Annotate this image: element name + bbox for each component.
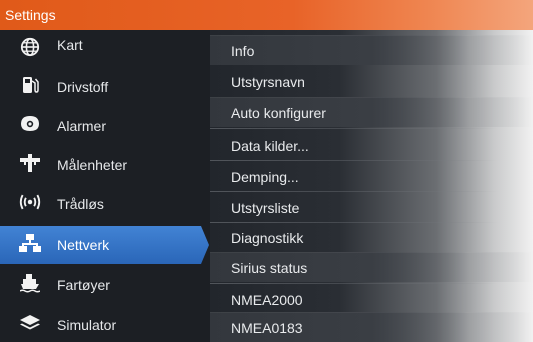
list-item-label: NMEA2000 [231,292,303,308]
sidebar-item-label: Alarmer [57,118,107,134]
list-item-diagnostikk[interactable]: Diagnostikk [210,222,533,252]
list-item-label: Demping... [231,169,299,185]
list-item-label: Info [231,43,255,59]
list-item-auto-konfigurer[interactable]: Auto konfigurer [210,97,533,127]
sidebar-item-alarmer[interactable]: Alarmer [0,107,200,145]
sidebar-item-fartoyer[interactable]: Fartøyer [0,266,200,304]
list-item-data-kilder[interactable]: Data kilder... [210,130,533,160]
layers-icon [18,312,42,334]
sidebar-item-label: Nettverk [57,237,110,253]
list-item-sirius-status[interactable]: Sirius status [210,252,533,282]
list-item-label: NMEA0183 [231,320,303,336]
list-item-label: Diagnostikk [231,230,304,246]
globe-icon [18,36,42,58]
window-title: Settings [5,7,56,23]
list-item-label: Data kilder... [231,138,309,154]
sidebar-item-tradlos[interactable]: Trådløs [0,185,200,223]
measurement-units-icon [18,152,42,174]
list-item-utstyrsnavn[interactable]: Utstyrsnavn [210,66,533,96]
sidebar-item-kart[interactable]: Kart [0,30,200,68]
sidebar-item-simulator[interactable]: Simulator [0,306,200,342]
wireless-icon [18,191,42,213]
sidebar-item-label: Kart [57,37,83,53]
sidebar-item-label: Målenheter [57,157,128,173]
list-item-utstyrsliste[interactable]: Utstyrsliste [210,192,533,222]
fuel-pump-icon [18,74,42,96]
sidebar-item-label: Drivstoff [57,79,109,95]
vessels-icon [18,272,42,294]
list-item-nmea0183[interactable]: NMEA0183 [210,312,533,342]
list-item-label: Sirius status [231,260,308,276]
list-item-label: Utstyrsliste [231,200,300,216]
list-item-info[interactable]: Info [210,35,533,65]
network-settings-list: Info Utstyrsnavn Auto konfigurer Data ki… [210,30,533,342]
settings-window: Settings Kart Drivstoff Alarmer Målenhet… [0,0,533,342]
list-item-nmea2000[interactable]: NMEA2000 [210,284,533,314]
list-item-demping[interactable]: Demping... [210,161,533,191]
sidebar-item-malenheter[interactable]: Målenheter [0,146,200,184]
sidebar-item-label: Fartøyer [57,277,110,293]
network-icon [18,232,42,254]
list-item-label: Auto konfigurer [231,105,326,121]
title-bar: Settings [0,0,533,30]
settings-sidebar: Kart Drivstoff Alarmer Målenheter Trådlø [0,30,210,342]
list-divider [210,128,533,129]
sidebar-item-label: Simulator [57,317,117,333]
alarm-bell-icon [18,113,42,135]
sidebar-item-nettverk[interactable]: Nettverk [0,226,209,264]
list-item-label: Utstyrsnavn [231,74,305,90]
sidebar-item-label: Trådløs [57,196,104,212]
sidebar-item-drivstoff[interactable]: Drivstoff [0,68,200,106]
